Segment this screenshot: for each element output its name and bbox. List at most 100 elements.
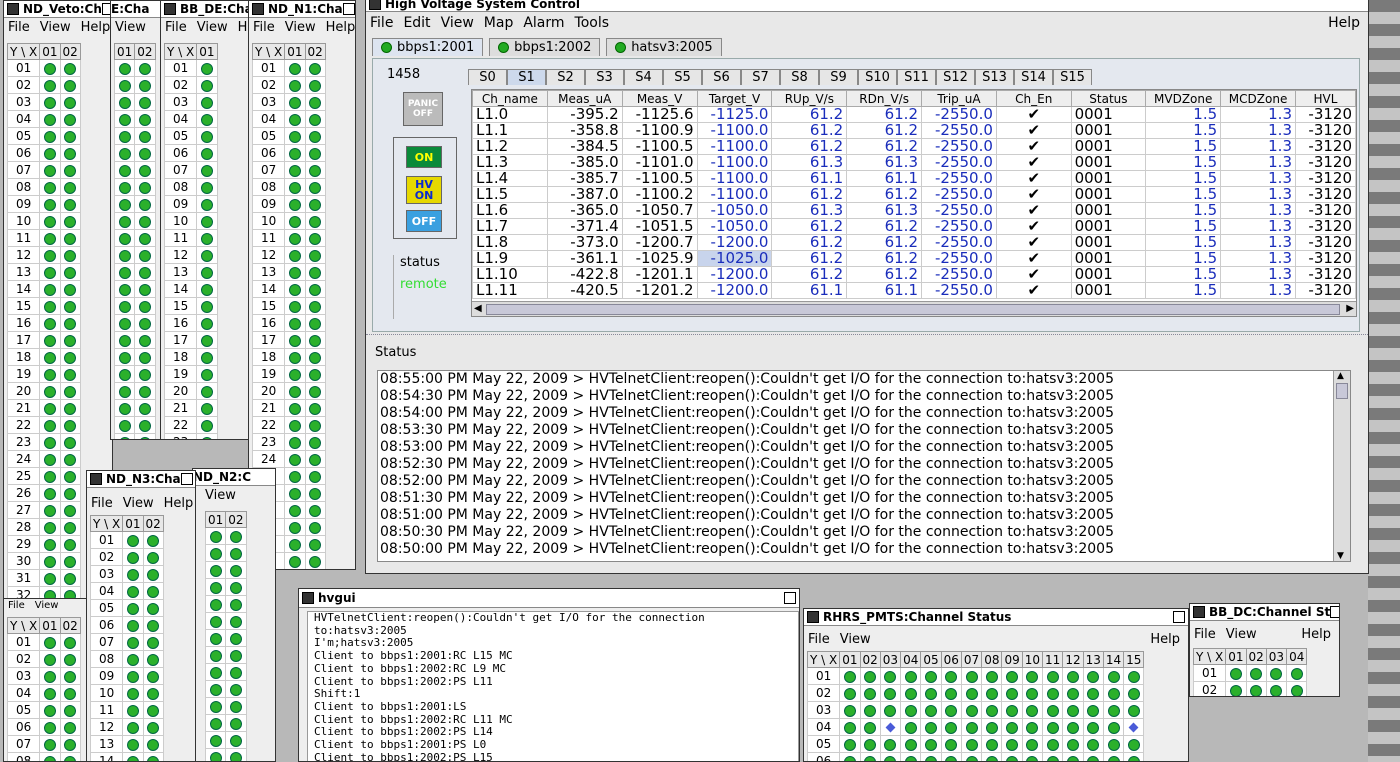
window-menu-icon[interactable] [164,3,176,15]
channel-cell[interactable] [304,484,326,502]
channel-cell[interactable] [900,684,922,702]
channel-cell[interactable] [59,297,81,315]
channel-cell[interactable] [920,735,942,753]
slot-tab[interactable]: S3 [585,69,624,85]
channel-cell[interactable] [1001,752,1023,761]
channel-cell[interactable] [304,246,326,264]
window-menu-icon[interactable] [807,611,819,623]
channel-cell[interactable] [59,195,81,213]
channel-cell[interactable] [1123,667,1145,685]
channel-cell[interactable] [920,752,942,761]
table-cell[interactable]: -1201.2 [621,282,698,299]
channel-cell[interactable] [39,110,61,128]
channel-cell[interactable] [859,735,881,753]
channel-cell[interactable] [304,212,326,230]
menu-help[interactable]: Help [1301,627,1331,642]
menu-file[interactable]: File [253,20,275,35]
channel-cell[interactable] [1062,718,1084,736]
channel-cell[interactable] [1021,667,1044,685]
channel-cell[interactable] [304,552,326,569]
channel-cell[interactable] [59,76,81,94]
slot-tab[interactable]: S6 [702,69,741,85]
slot-tab[interactable]: S5 [663,69,702,85]
channel-cell[interactable] [284,399,306,417]
channel-cell[interactable] [1102,752,1125,761]
channel-cell[interactable] [940,667,962,685]
bb-de-titlebar[interactable]: BB_DE:Cha [161,1,251,18]
slot-tab[interactable]: S9 [819,69,858,85]
channel-cell[interactable] [981,667,1003,685]
channel-cell[interactable] [204,646,227,664]
menu-map[interactable]: Map [484,15,514,31]
channel-cell[interactable] [204,595,227,613]
channel-cell[interactable] [39,399,61,417]
channel-cell[interactable] [304,144,326,162]
channel-cell[interactable] [284,450,306,468]
channel-cell[interactable] [1021,701,1044,719]
menu-help[interactable]: Help [1328,15,1360,31]
channel-cell[interactable] [39,297,61,315]
channel-cell[interactable] [960,684,983,702]
channel-cell[interactable] [284,161,306,179]
split-divider[interactable] [366,334,1368,341]
channel-cell[interactable] [142,616,164,634]
table-cell[interactable]: -1200.0 [696,282,773,299]
menu-view[interactable]: View [35,600,59,611]
channel-cell[interactable] [134,297,156,315]
channel-cell[interactable] [59,365,81,383]
maximize-icon[interactable] [180,473,193,485]
channel-cell[interactable] [1062,701,1084,719]
table-cell[interactable]: 61.1 [771,282,848,299]
channel-cell[interactable] [284,501,306,519]
channel-cell[interactable] [59,127,81,145]
table-cell[interactable]: -420.5 [546,282,623,299]
channel-cell[interactable] [142,684,164,702]
channel-cell[interactable] [134,229,156,247]
channel-cell[interactable] [134,348,156,366]
channel-cell[interactable] [304,365,326,383]
table-cell[interactable]: 0001 [1070,282,1147,299]
scroll-right-icon[interactable]: ▶ [1346,303,1354,314]
channel-cell[interactable] [113,246,136,264]
crate-tab-bbps1-2001[interactable]: bbps1:2001 [372,38,484,56]
table-row[interactable]: L1.11 -420.5 -1201.2 -1200.0 61.1 61.1 -2550.0… [472,282,1356,299]
on-button[interactable]: ON [406,146,442,168]
channel-cell[interactable] [284,365,306,383]
channel-cell[interactable] [113,382,136,400]
channel-cell[interactable] [122,548,144,566]
channel-cell[interactable] [204,680,227,698]
slot-tab[interactable]: S11 [897,69,936,85]
menu-edit[interactable]: Edit [403,15,430,31]
channel-cell[interactable] [122,701,144,719]
channel-cell[interactable] [113,59,136,77]
channel-cell[interactable] [39,331,61,349]
table-cell[interactable]: 1.5 [1145,282,1222,299]
channel-cell[interactable] [113,195,136,213]
channel-cell[interactable] [113,416,136,434]
channel-cell[interactable] [39,535,61,553]
scroll-up-icon[interactable]: ▲ [1337,371,1344,381]
channel-cell[interactable] [920,701,942,719]
channel-cell[interactable] [284,195,306,213]
channel-cell[interactable] [879,667,902,685]
channel-cell[interactable] [113,263,136,281]
channel-cell[interactable] [59,633,81,651]
channel-cell[interactable] [304,348,326,366]
channel-cell[interactable] [225,680,247,698]
channel-cell[interactable] [960,752,983,761]
channel-cell[interactable] [134,93,156,111]
channel-cell[interactable] [284,416,306,434]
menu-view[interactable]: View [115,20,146,35]
channel-cell[interactable] [113,314,136,332]
channel-cell[interactable] [859,684,881,702]
window-menu-icon[interactable] [302,592,314,604]
channel-cell[interactable] [284,76,306,94]
channel-cell[interactable] [900,718,922,736]
channel-cell[interactable] [284,348,306,366]
maximize-icon[interactable] [1173,611,1185,623]
table-cell[interactable]: L1.11 [472,282,548,299]
channel-cell[interactable] [113,297,136,315]
channel-cell[interactable] [39,569,61,587]
channel-cell[interactable] [122,582,144,600]
channel-cell[interactable] [59,59,81,77]
